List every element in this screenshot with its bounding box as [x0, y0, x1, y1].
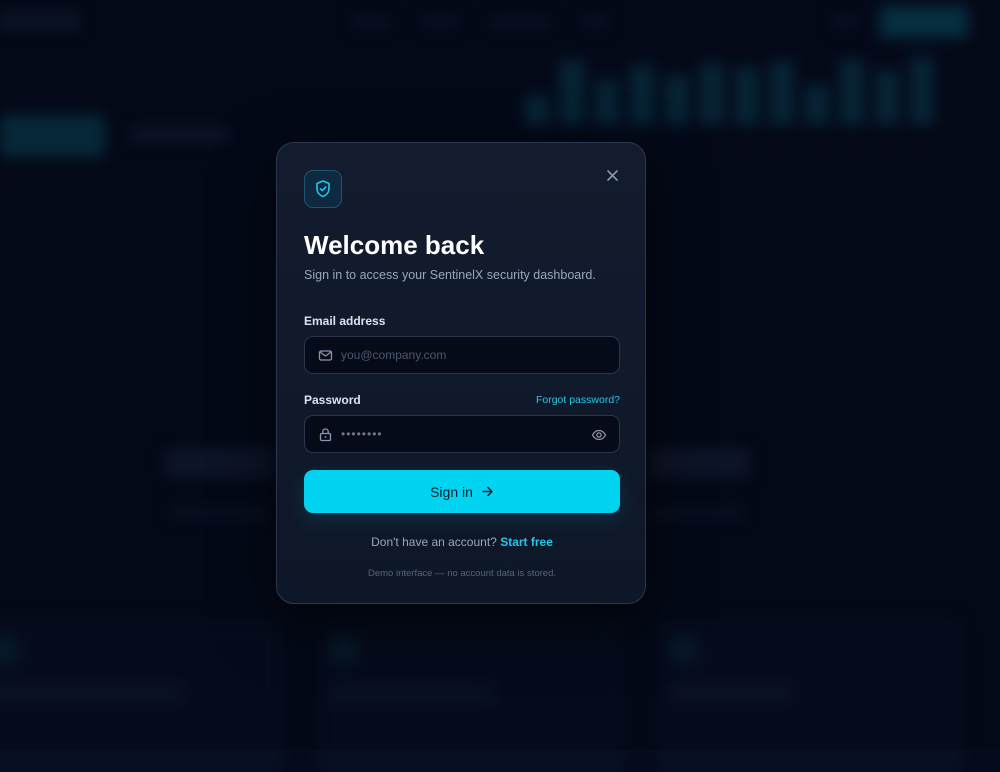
- signin-button-label: Sign in: [430, 483, 473, 500]
- signin-modal: Welcome back Sign in to access your Sent…: [276, 142, 646, 604]
- mail-icon: [318, 350, 333, 361]
- arrow-right-icon: [482, 486, 493, 497]
- password-label: Password: [304, 393, 361, 407]
- email-input[interactable]: [341, 337, 579, 373]
- page-subtitle: Sign in to access your SentinelX securit…: [304, 268, 596, 282]
- email-label-row: Email address: [304, 313, 620, 329]
- signin-button[interactable]: Sign in: [304, 470, 620, 513]
- password-input[interactable]: ••••••••: [341, 416, 579, 452]
- page-title: Welcome back: [304, 230, 485, 260]
- lock-icon: [319, 428, 332, 442]
- shield-check-icon: [316, 180, 330, 198]
- signup-row: Don't have an account? Start free: [304, 535, 620, 549]
- forgot-password-link[interactable]: Forgot password?: [536, 394, 620, 406]
- signup-prompt: Don't have an account?: [371, 535, 497, 549]
- modal-content: Welcome back Sign in to access your Sent…: [304, 170, 620, 579]
- email-label: Email address: [304, 314, 386, 328]
- password-input-box[interactable]: ••••••••: [304, 415, 620, 453]
- eye-icon[interactable]: [591, 427, 607, 443]
- logo-badge: [304, 170, 342, 208]
- email-field-group: Email address: [304, 313, 620, 374]
- password-field-group: Password Forgot password? ••••••••: [304, 392, 620, 453]
- demo-disclaimer: Demo interface — no account data is stor…: [368, 568, 556, 579]
- start-free-link[interactable]: Start free: [500, 535, 553, 549]
- password-label-row: Password Forgot password?: [304, 392, 620, 408]
- email-input-box[interactable]: [304, 336, 620, 374]
